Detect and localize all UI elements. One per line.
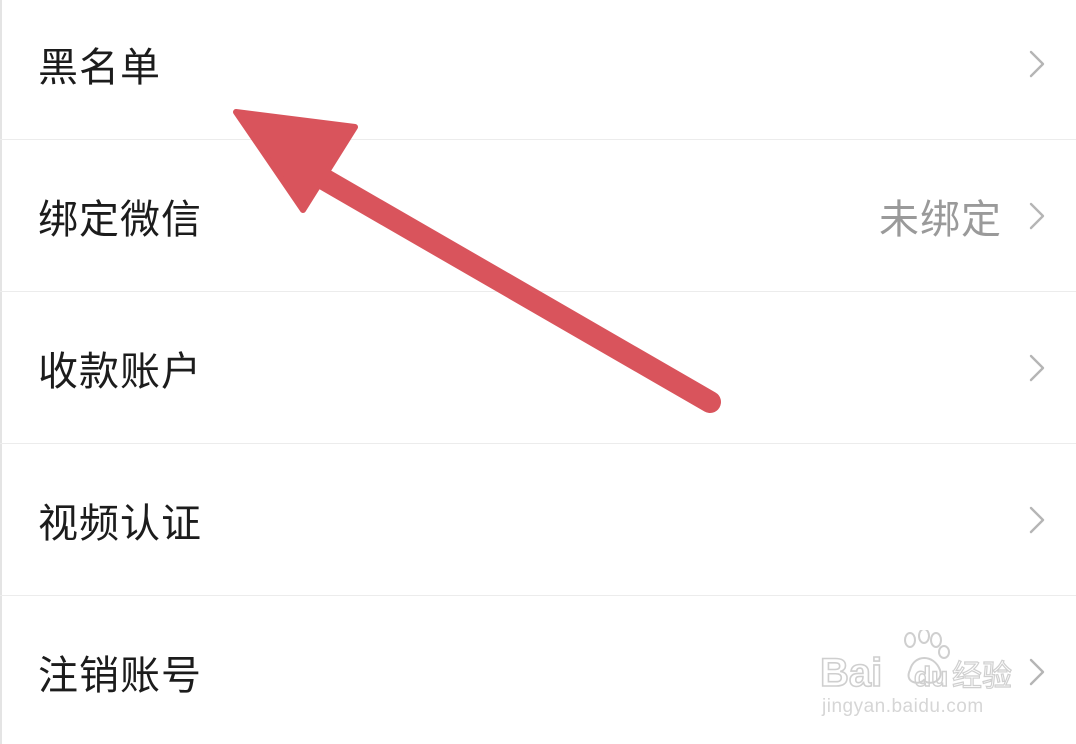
chevron-right-icon	[1029, 658, 1045, 686]
settings-row-bind-wechat[interactable]: 绑定微信 未绑定	[0, 140, 1076, 292]
row-label: 注销账号	[38, 653, 202, 699]
row-status-value: 未绑定	[879, 196, 1002, 243]
watermark-url: jingyan.baidu.com	[822, 696, 984, 717]
row-label: 收款账户	[38, 348, 202, 395]
svg-text:经验: 经验	[952, 659, 1012, 694]
chevron-right-icon	[1029, 354, 1045, 381]
chevron-right-icon	[1029, 50, 1045, 77]
chevron-right-icon	[1029, 506, 1045, 533]
row-label: 黑名单	[38, 44, 161, 91]
svg-text:Bai: Bai	[820, 651, 882, 695]
baidu-jingyan-watermark: Bai du 经验 jingyan.baidu.com	[818, 628, 1018, 724]
svg-text:du: du	[914, 661, 948, 692]
row-label: 视频认证	[38, 500, 202, 547]
settings-row-blacklist[interactable]: 黑名单	[0, 0, 1076, 140]
settings-row-payment-account[interactable]: 收款账户	[0, 292, 1076, 444]
settings-row-video-verification[interactable]: 视频认证	[0, 444, 1076, 596]
baidu-jingyan-logo: Bai du 经验	[819, 630, 1013, 696]
row-label: 绑定微信	[38, 196, 202, 243]
chevron-right-icon	[1029, 202, 1045, 229]
